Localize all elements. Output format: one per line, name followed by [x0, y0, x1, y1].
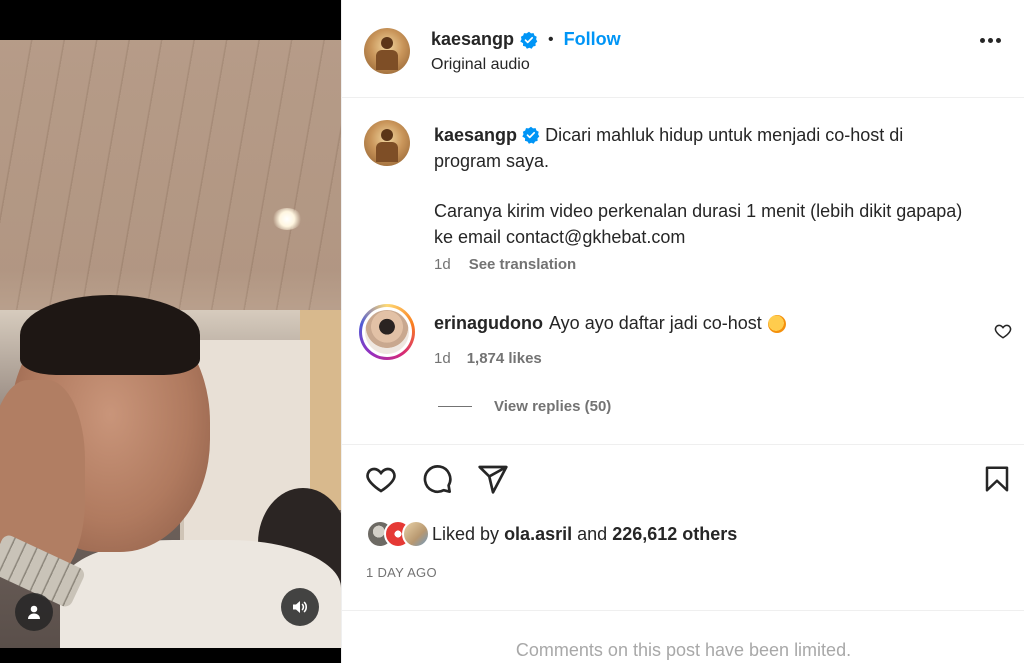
caption-meta: 1d See translation [434, 256, 576, 273]
caption-username[interactable]: kaesangp [434, 125, 517, 145]
view-replies-label[interactable]: View replies (50) [494, 398, 611, 415]
hair [20, 295, 200, 375]
ceiling-background [0, 40, 341, 310]
comment-button[interactable] [420, 462, 454, 496]
divider [342, 610, 1024, 611]
comment-text-row: erinagudono Ayo ayo daftar jadi co-host [434, 313, 786, 334]
caption-time: 1d [434, 256, 451, 273]
post-date[interactable]: 1 DAY AGO [366, 565, 437, 580]
see-translation-link[interactable]: See translation [469, 256, 577, 273]
author-name-row: kaesangp • Follow [431, 29, 621, 50]
tagged-users-button[interactable] [15, 593, 53, 631]
user-icon [28, 605, 40, 619]
caption-avatar[interactable] [364, 120, 410, 166]
comment-meta: 1d 1,874 likes [434, 350, 542, 367]
partying-face-emoji [767, 314, 786, 333]
bookmark-icon [985, 466, 1009, 492]
like-button[interactable] [364, 462, 398, 496]
instagram-post-view: kaesangp • Follow Original audio kaesang… [0, 0, 1024, 663]
liked-by-user[interactable]: ola.asril [504, 524, 572, 545]
verified-badge-icon [522, 126, 540, 144]
caption-line-2: Caranya kirim video perkenalan durasi 1 … [434, 201, 963, 247]
post-header: kaesangp • Follow Original audio [342, 0, 1024, 98]
post-details-panel: kaesangp • Follow Original audio kaesang… [341, 0, 1024, 663]
replies-line [438, 406, 472, 407]
separator-dot: • [548, 30, 554, 48]
heart-icon [366, 467, 396, 493]
comment-text: Ayo ayo daftar jadi co-host [549, 313, 762, 333]
video-pane [0, 0, 341, 663]
comment-like-heart-icon[interactable] [994, 322, 1012, 340]
comments-limited-notice: Comments on this post have been limited. [515, 640, 852, 660]
liker-avatar[interactable] [402, 520, 430, 548]
divider [342, 444, 1024, 445]
caption-text: kaesangp Dicari mahluk hidup untuk menja… [434, 122, 974, 250]
comment-icon [423, 465, 452, 494]
speaker-icon [293, 601, 308, 613]
verified-badge-icon [520, 31, 538, 49]
author-username[interactable]: kaesangp [431, 29, 514, 50]
commenter-avatar [365, 310, 409, 354]
liked-by-prefix: Liked by [432, 523, 500, 544]
audio-link[interactable]: Original audio [431, 56, 530, 74]
story-ring[interactable] [359, 304, 415, 360]
likes-summary: Liked by ola.asril and 226,612 others [366, 520, 737, 548]
commenter-username[interactable]: erinagudono [434, 313, 543, 334]
more-options-icon[interactable] [980, 38, 1001, 43]
post-actions [364, 462, 510, 496]
share-icon [478, 465, 508, 494]
ceiling-lamp [272, 208, 302, 230]
follow-button[interactable]: Follow [564, 29, 621, 50]
liked-by-and: and [577, 523, 608, 544]
comment-time: 1d [434, 350, 451, 367]
comment-likes[interactable]: 1,874 likes [467, 350, 542, 367]
liker-avatars [366, 520, 430, 548]
audio-toggle-button[interactable] [281, 588, 319, 626]
likes-count[interactable]: 226,612 others [612, 524, 737, 545]
view-replies[interactable]: View replies (50) [438, 398, 611, 415]
share-button[interactable] [476, 462, 510, 496]
author-avatar[interactable] [364, 28, 410, 74]
save-button[interactable] [980, 462, 1014, 496]
reel-video[interactable] [0, 40, 341, 648]
